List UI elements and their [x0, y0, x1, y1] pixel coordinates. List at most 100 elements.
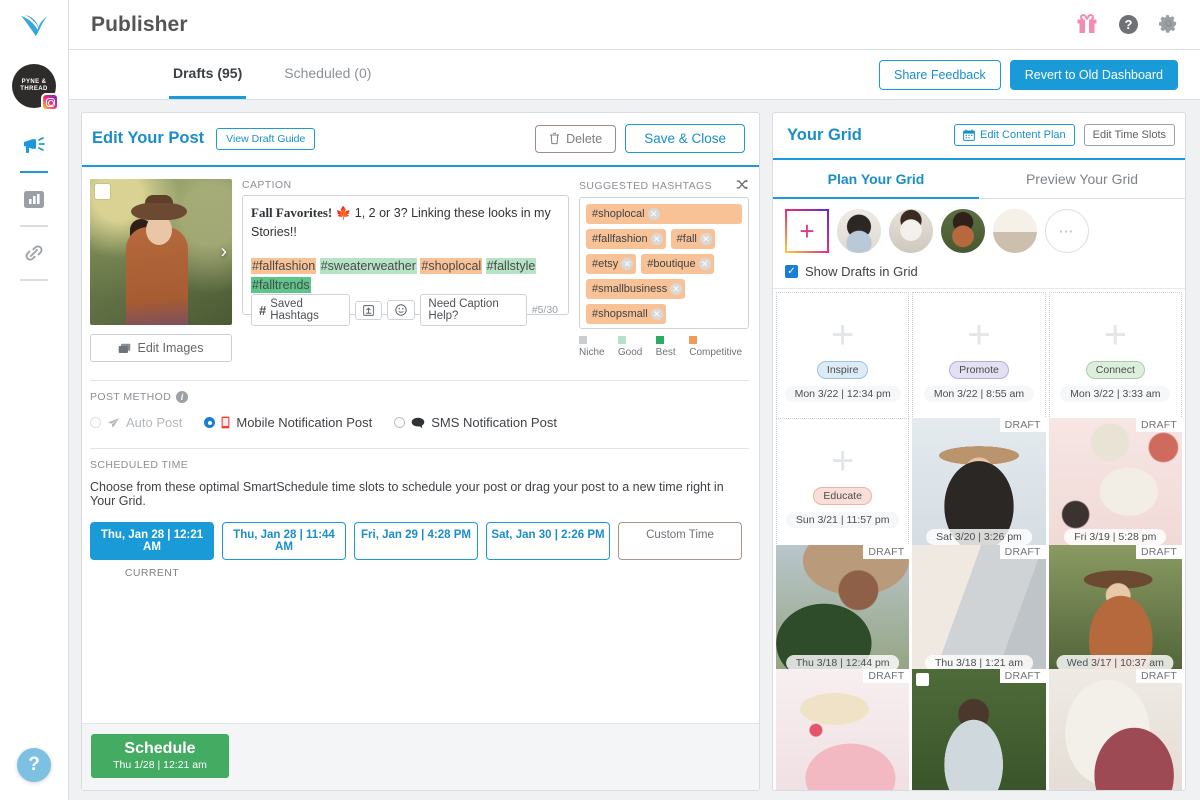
hashtag-chip[interactable]: #shopsmall ✕ — [586, 304, 666, 324]
view-draft-guide-button[interactable]: View Draft Guide — [216, 128, 315, 150]
share-feedback-button[interactable]: Share Feedback — [879, 60, 1001, 90]
tab-bar: Drafts (95) Scheduled (0) Share Feedback… — [69, 50, 1200, 100]
story-thumbnail[interactable] — [837, 209, 881, 253]
category-badge: Promote — [949, 361, 1009, 379]
legend-item: Best — [656, 336, 685, 358]
hashtag-chip[interactable]: #fallfashion ✕ — [586, 229, 666, 249]
grid-cell-post[interactable]: DRAFT — [912, 669, 1045, 790]
radio-auto-post[interactable]: Auto Post — [90, 415, 182, 430]
radio-label: SMS Notification Post — [431, 415, 557, 430]
grid-tabs: Plan Your Grid Preview Your Grid — [773, 160, 1185, 199]
help-fab-button[interactable]: ? — [17, 748, 51, 782]
grid-cell-post[interactable]: DRAFT — [1049, 669, 1182, 790]
story-thumbnail[interactable] — [993, 209, 1037, 253]
gear-icon[interactable] — [1159, 14, 1178, 36]
remove-hashtag-icon[interactable]: ✕ — [648, 308, 666, 320]
shuffle-hashtags-button[interactable] — [736, 179, 749, 193]
content-area: Edit Your Post View Draft Guide Delete S… — [69, 100, 1200, 800]
remove-hashtag-icon[interactable]: ✕ — [645, 208, 663, 220]
bird-logo-icon — [19, 12, 49, 38]
draft-badge: DRAFT — [863, 669, 909, 683]
rail-divider-2 — [20, 279, 48, 281]
hashtag-chip-label: #etsy — [592, 258, 618, 270]
sidebar-item-analytics[interactable] — [14, 184, 54, 214]
time-slot[interactable]: Fri, Jan 29 | 4:28 PM — [354, 522, 478, 560]
remove-hashtag-icon[interactable]: ✕ — [696, 258, 714, 270]
remove-hashtag-icon[interactable]: ✕ — [667, 283, 685, 295]
timestamp: Sun 3/21 | 11:57 pm — [786, 512, 900, 528]
brand-logo[interactable] — [0, 0, 68, 50]
custom-time-button[interactable]: Custom Time — [618, 522, 742, 560]
insert-media-button[interactable] — [355, 301, 382, 320]
grid-cell-empty[interactable]: + Connect Mon 3/22 | 3:33 am — [1049, 292, 1182, 425]
hashtag-chip-label: #fall — [677, 233, 697, 245]
more-stories-button[interactable]: ⋯ — [1045, 209, 1089, 253]
hashtag-chip-label: #shopsmall — [592, 308, 648, 320]
tab-preview-your-grid[interactable]: Preview Your Grid — [979, 160, 1185, 199]
account-avatar[interactable]: PYNE & THREAD — [12, 64, 56, 108]
post-image-preview[interactable]: › — [90, 179, 232, 325]
suggested-hashtags-box: #shoplocal ✕ #fallfashion ✕ #fall ✕ — [579, 197, 749, 329]
add-story-button[interactable]: + — [785, 209, 829, 253]
time-slot[interactable]: Thu, Jan 28 | 11:44 AM — [222, 522, 346, 560]
save-close-button[interactable]: Save & Close — [625, 124, 745, 153]
legend-label: Good — [618, 347, 642, 358]
hashtag-chip[interactable]: #etsy ✕ — [586, 254, 636, 274]
caption-editor[interactable]: Fall Favorites! 🍁 1, 2 or 3? Linking the… — [242, 195, 569, 315]
help-icon[interactable]: ? — [1119, 15, 1138, 34]
tab-drafts[interactable]: Drafts (95) — [169, 50, 246, 99]
saved-hashtags-button[interactable]: # Saved Hashtags — [251, 294, 350, 326]
hashtag-chip[interactable]: #shoplocal ✕ — [586, 204, 742, 224]
grid-cell-post[interactable]: DRAFT Thu 3/18 | 12:44 pm — [776, 545, 909, 678]
time-slot[interactable]: Sat, Jan 30 | 2:26 PM — [486, 522, 610, 560]
hashtag-chip[interactable]: #fall ✕ — [671, 229, 715, 249]
grid-cell-empty[interactable]: + Promote Mon 3/22 | 8:55 am — [912, 292, 1045, 425]
hashtag-legend: Niche Good Best Competitive — [579, 336, 749, 358]
hashtag-chip[interactable]: #boutique ✕ — [641, 254, 713, 274]
edit-time-slots-button[interactable]: Edit Time Slots — [1084, 124, 1175, 146]
edit-content-plan-button[interactable]: Edit Content Plan — [954, 124, 1075, 146]
grid-cell-empty[interactable]: + Educate Sun 3/21 | 11:57 pm — [776, 418, 909, 551]
edit-post-title: Edit Your Post — [92, 129, 204, 148]
edit-post-header: Edit Your Post View Draft Guide Delete S… — [82, 113, 759, 167]
hashtag-chip[interactable]: #smallbusiness ✕ — [586, 279, 685, 299]
edit-images-button[interactable]: Edit Images — [90, 334, 232, 362]
plus-icon: + — [1104, 315, 1127, 355]
calendar-icon — [963, 129, 975, 141]
sidebar-item-links[interactable] — [14, 238, 54, 268]
current-slot-label: CURRENT — [90, 567, 214, 579]
remove-hashtag-icon[interactable]: ✕ — [697, 233, 715, 245]
tab-scheduled[interactable]: Scheduled (0) — [280, 50, 375, 99]
grid-cell-post[interactable]: DRAFT Thu 3/18 | 1:21 am — [912, 545, 1045, 678]
next-image-arrow-icon[interactable]: › — [221, 243, 227, 262]
remove-hashtag-icon[interactable]: ✕ — [648, 233, 666, 245]
time-slot-selected[interactable]: Thu, Jan 28 | 12:21 AM — [90, 522, 214, 560]
scheduled-time-section: SCHEDULED TIME Choose from these optimal… — [82, 449, 759, 579]
grid-cell-post[interactable]: DRAFT Sat 3/20 | 3:26 pm — [912, 418, 1045, 551]
schedule-button[interactable]: Schedule Thu 1/28 | 12:21 am — [91, 734, 229, 778]
show-drafts-toggle[interactable]: ✓ Show Drafts in Grid — [773, 255, 1185, 289]
grid-cell-post[interactable]: DRAFT Wed 3/17 | 10:37 am — [1049, 545, 1182, 678]
tab-plan-your-grid[interactable]: Plan Your Grid — [773, 160, 979, 199]
grid-cell-empty[interactable]: + Inspire Mon 3/22 | 12:34 pm — [776, 292, 909, 425]
grid-cell-post[interactable]: DRAFT Fri 3/19 | 5:28 pm — [1049, 418, 1182, 551]
radio-label: Auto Post — [126, 415, 182, 430]
images-icon — [118, 343, 131, 354]
show-drafts-checkbox[interactable]: ✓ — [785, 265, 798, 278]
grid-cell-post[interactable]: DRAFT — [776, 669, 909, 790]
story-thumbnail[interactable] — [889, 209, 933, 253]
emoji-button[interactable] — [387, 300, 415, 320]
delete-button[interactable]: Delete — [535, 125, 616, 153]
remove-hashtag-icon[interactable]: ✕ — [618, 258, 636, 270]
caption-help-button[interactable]: Need Caption Help? — [420, 294, 526, 326]
gift-icon[interactable] — [1076, 13, 1098, 37]
suggested-hashtags-header: SUGGESTED HASHTAGS — [579, 179, 749, 193]
story-thumbnail[interactable] — [941, 209, 985, 253]
info-icon[interactable]: i — [176, 391, 188, 403]
radio-mobile-notification[interactable]: Mobile Notification Post — [204, 415, 372, 430]
radio-sms-notification[interactable]: SMS Notification Post — [394, 415, 557, 430]
sidebar-item-publisher[interactable] — [14, 130, 54, 160]
revert-dashboard-button[interactable]: Revert to Old Dashboard — [1010, 60, 1178, 90]
draft-badge: DRAFT — [1000, 669, 1046, 683]
app-root: PYNE & THREAD — [0, 0, 1200, 800]
